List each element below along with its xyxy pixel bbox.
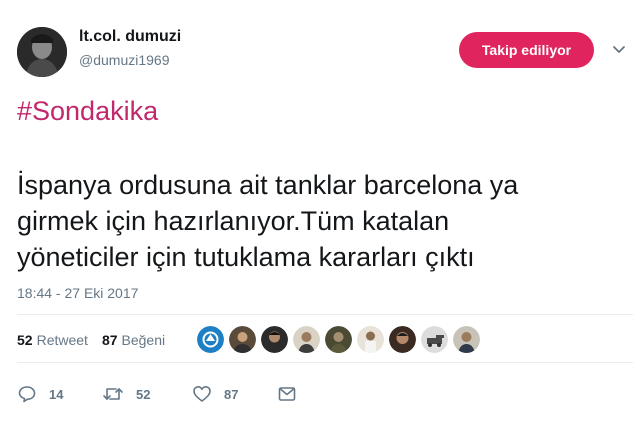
liker-avatar[interactable] <box>229 326 256 353</box>
retweet-button[interactable]: 52 <box>102 384 192 404</box>
like-action-count: 87 <box>224 386 239 402</box>
divider <box>17 362 633 363</box>
retweet-action-count: 52 <box>136 386 151 402</box>
tweet-line: yöneticiler için tutuklama kararları çık… <box>17 242 475 272</box>
retweet-stat[interactable]: 52 Retweet <box>17 332 88 348</box>
liker-avatar[interactable] <box>293 326 320 353</box>
message-icon <box>278 387 296 401</box>
avatar-image <box>17 27 67 77</box>
tweet-timestamp[interactable]: 18:44 - 27 Eki 2017 <box>17 285 138 301</box>
retweet-stat-label: Retweet <box>36 332 88 348</box>
liker-avatar[interactable] <box>325 326 352 353</box>
tweet-line: İspanya ordusuna ait tanklar barcelona y… <box>17 170 519 200</box>
following-button[interactable]: Takip ediliyor <box>459 32 594 68</box>
reply-button[interactable]: 14 <box>17 384 102 404</box>
tweet-actions: 14 52 87 <box>17 384 297 404</box>
like-stat[interactable]: 87 Beğeni <box>102 332 165 348</box>
like-stat-count: 87 <box>101 332 118 348</box>
liker-avatar[interactable] <box>261 326 288 353</box>
like-stat-label: Beğeni <box>121 332 166 348</box>
like-button[interactable]: 87 <box>192 384 277 404</box>
user-handle[interactable]: @dumuzi1969 <box>79 52 170 68</box>
liker-avatar[interactable] <box>357 326 384 353</box>
liker-avatars <box>197 326 485 353</box>
engagement-stats: 52 Retweet 87 Beğeni <box>17 332 179 348</box>
retweet-icon <box>103 388 123 400</box>
heart-icon <box>193 386 211 402</box>
tweet-line: girmek için hazırlanıyor.Tüm katalan <box>17 206 450 236</box>
display-name[interactable]: lt.col. dumuzi <box>79 28 181 46</box>
direct-message-button[interactable] <box>277 384 297 404</box>
chevron-down-icon[interactable] <box>611 42 627 58</box>
tweet-text: İspanya ordusuna ait tanklar barcelona y… <box>17 167 617 275</box>
reply-icon <box>18 386 36 403</box>
liker-avatar[interactable] <box>421 326 448 353</box>
reply-count: 14 <box>49 386 64 402</box>
liker-avatar[interactable] <box>197 326 224 353</box>
liker-avatar[interactable] <box>453 326 480 353</box>
retweet-stat-count: 52 <box>17 332 33 348</box>
liker-avatar[interactable] <box>389 326 416 353</box>
avatar[interactable] <box>17 27 67 77</box>
hashtag-link[interactable]: #Sondakika <box>17 96 158 127</box>
divider <box>17 314 633 315</box>
